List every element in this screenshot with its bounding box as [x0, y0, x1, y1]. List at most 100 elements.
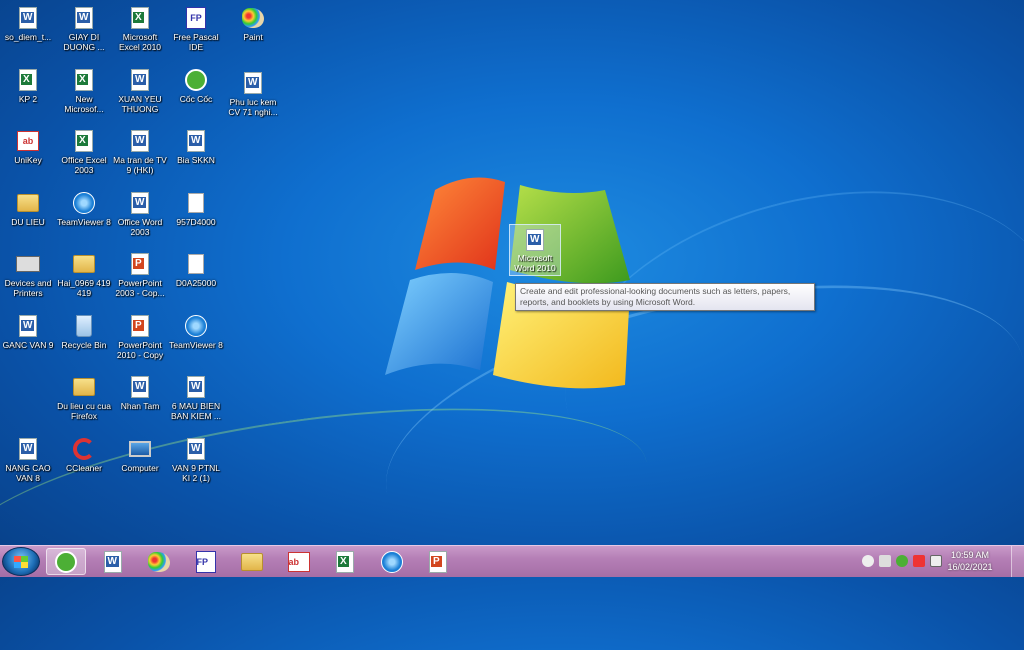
windows-logo-icon: [14, 556, 28, 568]
taskbar-paint-button[interactable]: [139, 548, 179, 575]
desktop-icon[interactable]: VAN 9 PTNL KI 2 (1): [168, 437, 224, 483]
start-button[interactable]: [2, 547, 40, 576]
desktop-icon-label: Phu luc kem CV 71 nghi...: [228, 96, 278, 117]
desktop-icon[interactable]: Paint: [225, 6, 281, 42]
word-icon: [523, 228, 547, 252]
word-doc-icon: [16, 6, 40, 30]
desktop-icon[interactable]: KP 2: [0, 68, 56, 104]
desktop-icon[interactable]: ab UniKey: [0, 129, 56, 165]
desktop-icon[interactable]: Microsoft Excel 2010: [112, 6, 168, 52]
taskbar-powerpoint-button[interactable]: [418, 548, 458, 575]
teamviewer-icon: [184, 314, 208, 338]
word-doc-icon: [128, 375, 152, 399]
taskbar-unikey-button[interactable]: ab: [279, 548, 319, 575]
coccoc-icon: [184, 68, 208, 92]
desktop-icon[interactable]: FP Free Pascal IDE: [168, 6, 224, 52]
desktop-icon[interactable]: Bia SKKN: [168, 129, 224, 165]
word-doc-icon: [184, 129, 208, 153]
desktop-icon[interactable]: GIAY DI DUONG ...: [56, 6, 112, 52]
powerpoint-icon: [429, 550, 447, 573]
desktop-icon[interactable]: Computer: [112, 437, 168, 473]
pascal-icon: FP: [184, 6, 208, 30]
desktop-icon-label: Bia SKKN: [177, 155, 215, 165]
desktop-icon[interactable]: XUAN YEU THUONG: [112, 68, 168, 114]
coccoc-icon: [55, 550, 77, 573]
desktop-icon[interactable]: TeamViewer 8: [56, 191, 112, 227]
desktop-icon-label: Free Pascal IDE: [173, 32, 219, 52]
volume-icon[interactable]: [879, 555, 891, 567]
word-icon: [128, 191, 152, 215]
desktop-icon[interactable]: Office Word 2003: [112, 191, 168, 237]
desktop-icon-label: NANG CAO VAN 8: [5, 462, 51, 483]
desktop-icon-label: GANC VAN 9: [2, 339, 54, 350]
desktop-icon[interactable]: 957D4000: [168, 191, 224, 227]
desktop-icon-label: PowerPoint 2010 - Copy: [116, 339, 164, 360]
desktop-icon[interactable]: PowerPoint 2010 - Copy: [112, 314, 168, 360]
desktop-icon[interactable]: NANG CAO VAN 8: [0, 437, 56, 483]
coccoc-tray-icon[interactable]: [896, 555, 908, 567]
file-icon: [184, 191, 208, 215]
desktop-icon-label: TeamViewer 8: [169, 339, 223, 350]
taskbar-pascal-button[interactable]: FP: [186, 548, 226, 575]
desktop-icon[interactable]: Office Excel 2003: [56, 129, 112, 175]
unikey-tray-icon[interactable]: [913, 555, 925, 567]
desktop-icon-label: UniKey: [14, 155, 42, 165]
paint-icon: [241, 6, 265, 30]
file-icon: [184, 252, 208, 276]
powerpoint-icon: [128, 252, 152, 276]
desktop-icon-label: Recycle Bin: [61, 339, 107, 350]
desktop-icon-label: New Microsof...: [64, 93, 104, 114]
desktop-icon-label: DU LIEU: [11, 216, 45, 227]
powerpoint-icon: [128, 314, 152, 338]
desktop-icon[interactable]: 6 MAU BIEN BAN KIEM ...: [168, 375, 224, 421]
desktop-icon[interactable]: PowerPoint 2003 - Cop...: [112, 252, 168, 298]
desktop-icon[interactable]: so_diem_t...: [0, 6, 56, 42]
desktop-icon[interactable]: TeamViewer 8: [168, 314, 224, 350]
paint-icon: [148, 551, 170, 572]
teamviewer-icon: [72, 191, 96, 215]
desktop-icon-label: Devices and Printers: [4, 278, 52, 298]
taskbar-excel-button[interactable]: [325, 548, 365, 575]
taskbar-coccoc-button[interactable]: [46, 548, 86, 575]
desktop-icon[interactable]: Phu luc kem CV 71 nghi...: [225, 71, 281, 117]
taskbar-word-button[interactable]: [93, 548, 133, 575]
desktop-icon-label: Cốc Cốc: [179, 93, 213, 104]
desktop-icon-label: KP 2: [18, 93, 38, 104]
excel-icon: [336, 550, 354, 573]
word-doc-icon: [184, 375, 208, 399]
desktop-icon[interactable]: Cốc Cốc: [168, 68, 224, 104]
desktop-icon[interactable]: CCleaner: [56, 437, 112, 473]
taskbar: FP ab 10:59 AM 16/02/2021: [0, 545, 1024, 577]
desktop-icon-label: Ma tran de TV 9 (HKI): [113, 155, 167, 175]
desktop-icon-label: D0A25000: [175, 278, 217, 288]
desktop-icon-label: TeamViewer 8: [57, 216, 111, 227]
desktop-icon[interactable]: Recycle Bin: [56, 314, 112, 350]
taskbar-teamviewer-button[interactable]: [372, 548, 412, 575]
desktop-icon[interactable]: Ma tran de TV 9 (HKI): [112, 129, 168, 175]
desktop-icon[interactable]: D0A25000: [168, 252, 224, 288]
computer-icon: [128, 437, 152, 461]
desktop-icon-label: Microsoft Word 2010: [514, 253, 556, 273]
clock-date: 16/02/2021: [947, 562, 993, 572]
show-desktop-button[interactable]: [1011, 546, 1024, 577]
desktop-icon-microsoft-word-2010[interactable]: Microsoft Word 2010: [509, 224, 561, 276]
network-icon[interactable]: [862, 555, 874, 567]
desktop-icon[interactable]: Devices and Printers: [0, 252, 56, 298]
desktop-icon-label: XUAN YEU THUONG: [118, 93, 162, 114]
taskbar-explorer-button[interactable]: [232, 548, 272, 575]
desktop-icon[interactable]: Nhan Tam: [112, 375, 168, 411]
desktop-icon-label: Paint: [243, 32, 263, 42]
teamviewer-icon: [380, 550, 403, 573]
desktop-icon-label: Office Excel 2003: [61, 155, 107, 175]
desktop-icon[interactable]: GANC VAN 9: [0, 314, 56, 350]
desktop-icon[interactable]: DU LIEU: [0, 191, 56, 227]
folder-icon: [16, 191, 40, 215]
excel-icon: [128, 6, 152, 30]
clock-time: 10:59 AM: [950, 550, 990, 560]
desktop-icon[interactable]: Du lieu cu cua Firefox: [56, 375, 112, 421]
clock[interactable]: 10:59 AM 16/02/2021: [940, 549, 1000, 573]
word-doc-icon: [128, 129, 152, 153]
desktop-icon-label: Du lieu cu cua Firefox: [57, 401, 111, 421]
desktop-icon[interactable]: New Microsof...: [56, 68, 112, 114]
desktop-icon[interactable]: Hai_0969 419 419: [56, 252, 112, 298]
